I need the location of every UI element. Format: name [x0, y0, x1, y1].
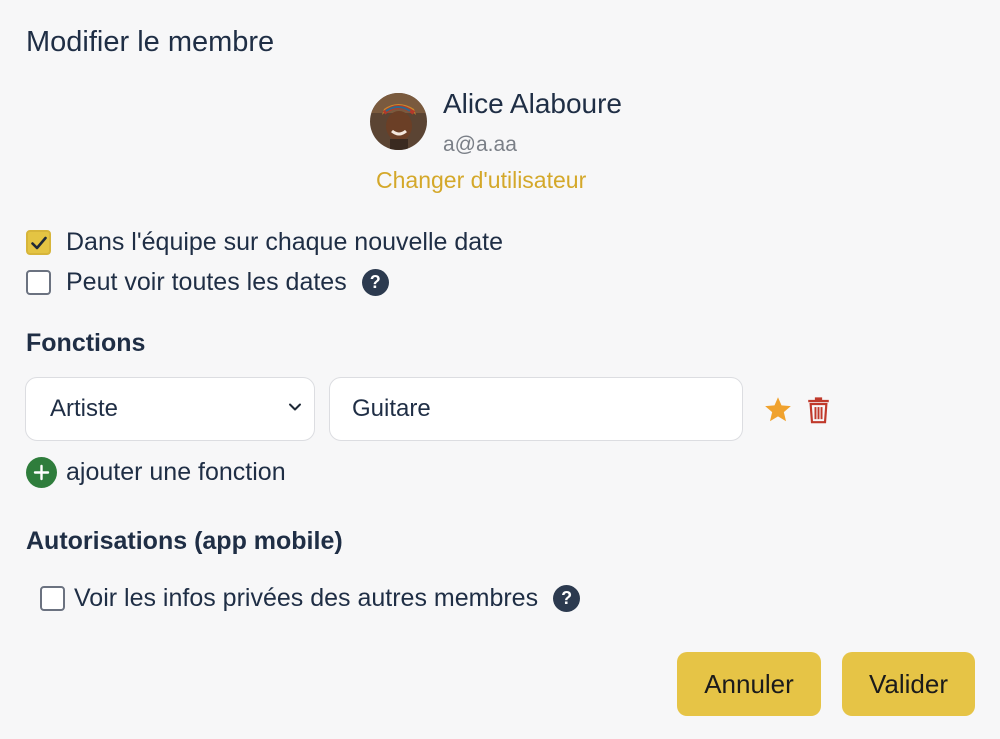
change-user-link[interactable]: Changer d'utilisateur: [376, 167, 586, 194]
private-info-checkbox[interactable]: [40, 586, 65, 611]
private-info-label: Voir les infos privées des autres membre…: [74, 584, 539, 612]
dialog-title: Modifier le membre: [26, 26, 275, 58]
submit-button[interactable]: Valider: [842, 652, 975, 716]
help-icon[interactable]: ?: [553, 585, 581, 612]
trash-icon[interactable]: [806, 395, 831, 424]
team-each-date-label: Dans l'équipe sur chaque nouvelle date: [66, 228, 504, 256]
add-function-button[interactable]: ajouter une fonction: [26, 457, 286, 488]
role-select-value: Artiste: [50, 395, 119, 422]
plus-circle-icon: [26, 457, 57, 488]
see-all-dates-label: Peut voir toutes les dates: [66, 268, 347, 296]
see-all-dates-checkbox[interactable]: [26, 270, 51, 295]
help-icon[interactable]: ?: [361, 269, 389, 296]
star-icon[interactable]: [764, 396, 792, 423]
instrument-input[interactable]: [329, 377, 743, 441]
permissions-heading: Autorisations (app mobile): [26, 527, 343, 555]
option-private-info[interactable]: Voir les infos privées des autres membre…: [40, 584, 581, 613]
role-select[interactable]: Artiste: [25, 377, 315, 441]
member-email: a@a.aa: [443, 133, 517, 156]
check-icon: [30, 236, 47, 249]
member-name: Alice Alaboure: [443, 88, 623, 119]
avatar: [370, 93, 427, 150]
team-each-date-checkbox[interactable]: [26, 230, 51, 255]
option-team-each-date[interactable]: Dans l'équipe sur chaque nouvelle date: [26, 228, 503, 257]
option-see-all-dates[interactable]: Peut voir toutes les dates ?: [26, 268, 389, 297]
cancel-button[interactable]: Annuler: [677, 652, 821, 716]
chevron-down-icon: [289, 403, 301, 411]
add-function-label: ajouter une fonction: [66, 458, 286, 486]
functions-heading: Fonctions: [26, 329, 146, 357]
